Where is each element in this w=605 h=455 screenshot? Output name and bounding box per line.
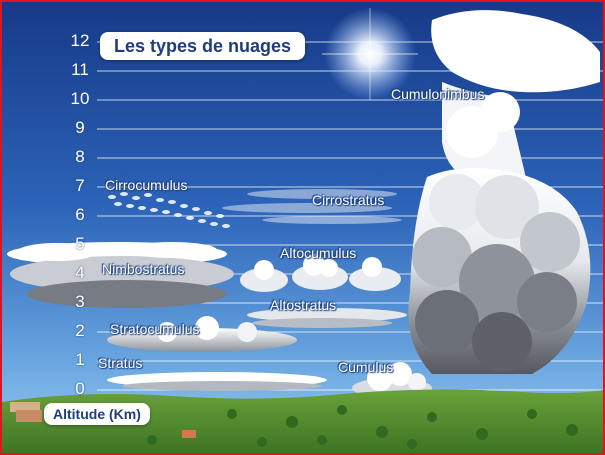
altitude-tick-12: 12 [70, 31, 90, 50]
altitude-tick-10: 10 [70, 89, 90, 108]
altitude-tick-11: 11 [71, 60, 89, 79]
label-cirrostratus: Cirrostratus [312, 192, 385, 208]
label-stratus: Stratus [98, 355, 143, 371]
altitude-tick-2: 2 [75, 321, 85, 340]
label-cumulus: Cumulus [338, 359, 394, 375]
label-stratocumulus: Stratocumulus [110, 321, 200, 337]
label-altocumulus: Altocumulus [280, 245, 357, 261]
altitude-tick-8: 8 [75, 147, 85, 166]
label-cumulonimbus: Cumulonimbus [391, 86, 485, 102]
altitude-tick-4: 4 [75, 263, 85, 282]
illustration-frame: 12 11 10 9 8 7 6 5 4 3 2 1 0 Les types d… [0, 0, 605, 455]
altitude-tick-0: 0 [75, 379, 85, 398]
stratus-cloud [107, 372, 327, 391]
label-nimbostratus: Nimbostratus [102, 261, 185, 277]
diagram-title: Les types de nuages [100, 32, 306, 60]
altitude-tick-1: 1 [75, 350, 85, 369]
label-cirrocumulus: Cirrocumulus [105, 177, 188, 193]
altitude-axis-label: Altitude (Km) [44, 403, 150, 425]
altitude-tick-7: 7 [75, 176, 85, 195]
altitude-tick-5: 5 [75, 234, 85, 253]
altitude-tick-6: 6 [75, 205, 85, 224]
altitude-tick-3: 3 [75, 292, 85, 311]
label-altostratus: Altostratus [270, 297, 337, 313]
altitude-tick-9: 9 [75, 118, 85, 137]
